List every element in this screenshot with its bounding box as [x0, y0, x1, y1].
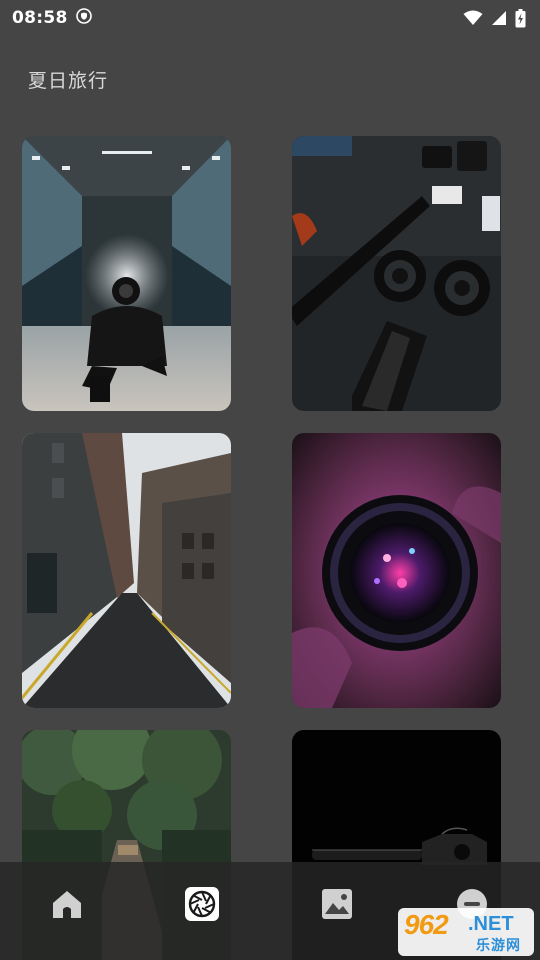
- nav-camera[interactable]: [184, 886, 220, 926]
- photo-image: [292, 136, 501, 411]
- watermark-domain: .NET: [468, 913, 514, 935]
- photo-card[interactable]: [292, 433, 501, 708]
- site-watermark-logo: 962 .NET 乐游网: [398, 908, 534, 956]
- watermark-subtitle: 乐游网: [476, 938, 521, 954]
- camera-shutter-icon: [184, 886, 220, 926]
- home-icon: [50, 887, 84, 925]
- image-icon: [320, 887, 354, 925]
- watermark-number: 962: [404, 909, 449, 940]
- photo-image: [292, 433, 501, 708]
- nav-gallery[interactable]: [319, 888, 355, 924]
- photo-card[interactable]: [22, 136, 231, 411]
- photo-image: [22, 433, 231, 708]
- nav-home[interactable]: [49, 888, 85, 924]
- photo-card[interactable]: [22, 433, 231, 708]
- photo-card[interactable]: [292, 136, 501, 411]
- photo-gallery: [0, 0, 540, 960]
- photo-image: [22, 136, 231, 411]
